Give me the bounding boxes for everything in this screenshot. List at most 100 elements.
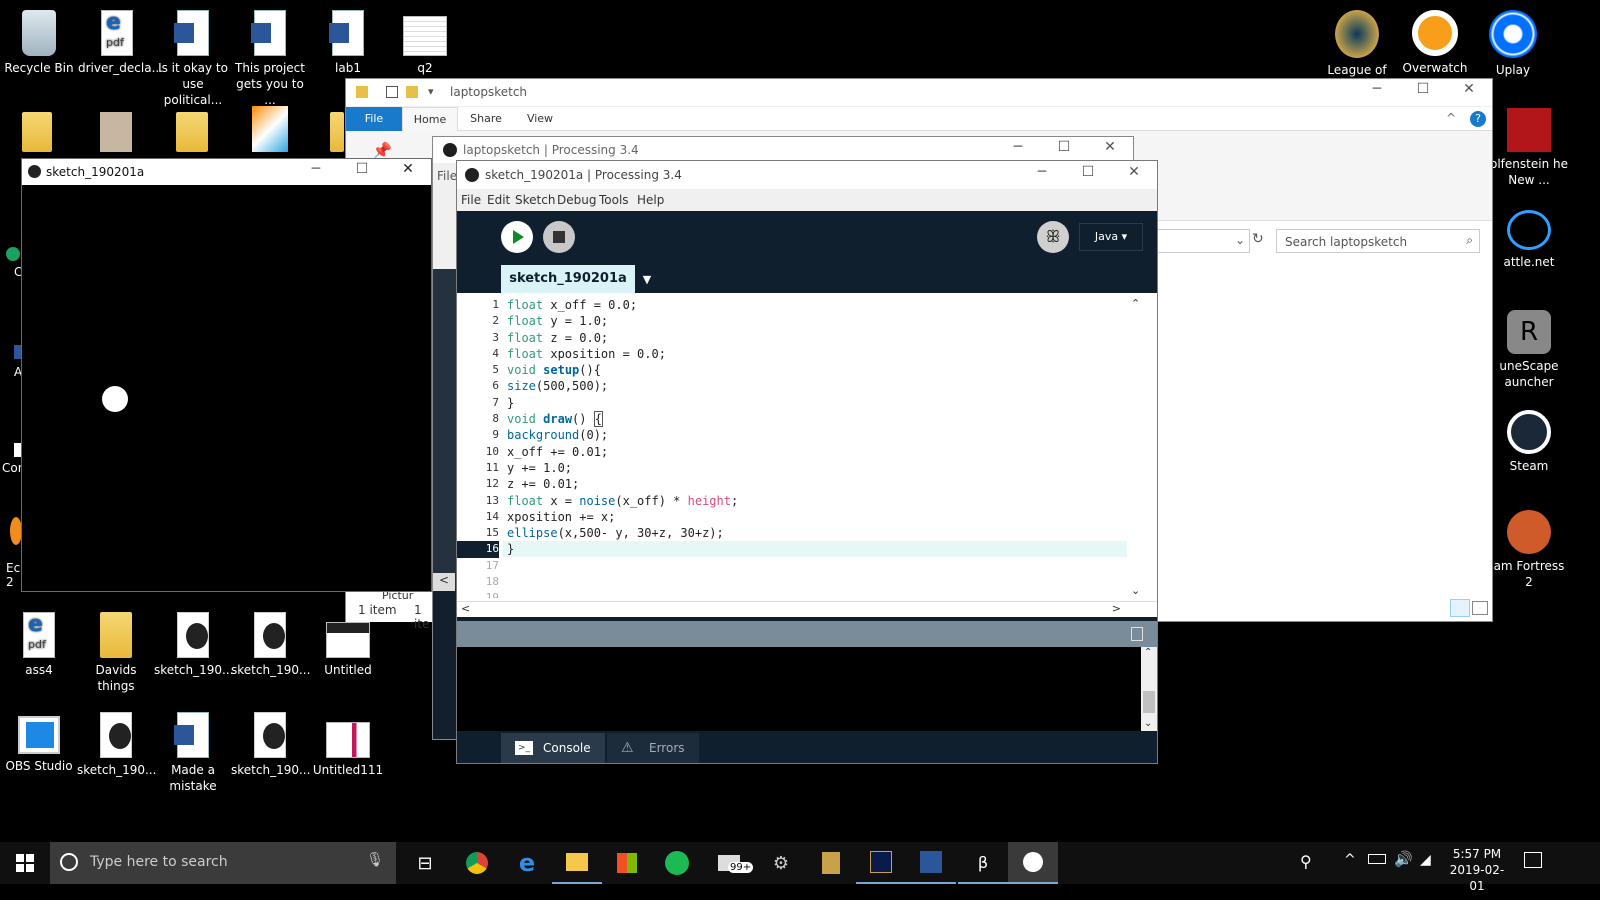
scroll-down-icon[interactable]: ⌄ bbox=[1144, 718, 1152, 729]
wifi-icon[interactable]: ◢ bbox=[1420, 852, 1431, 868]
spotify-button[interactable] bbox=[652, 842, 702, 884]
chevron-up-icon[interactable]: ^ bbox=[1344, 852, 1356, 868]
file-explorer-button[interactable] bbox=[552, 842, 602, 884]
menu-debug[interactable]: Debug bbox=[557, 193, 596, 207]
editor-vscrollbar[interactable]: ⌃ ⌄ bbox=[1131, 297, 1145, 597]
menu-file[interactable]: File bbox=[461, 193, 481, 207]
debug-button[interactable]: ꕥ bbox=[1037, 221, 1069, 253]
collapse-ribbon-icon[interactable]: ^ bbox=[1446, 111, 1456, 125]
desktop-icon-overwatch[interactable]: Overwatch bbox=[1396, 4, 1474, 76]
desktop-icon-obs[interactable]: OBS Studio bbox=[0, 706, 78, 774]
quick-access-dropdown-icon[interactable]: ▾ bbox=[428, 85, 434, 98]
photo-icon[interactable] bbox=[100, 112, 132, 152]
volume-icon[interactable]: 🔊 bbox=[1394, 850, 1413, 868]
minimize-button[interactable]: ─ bbox=[293, 161, 339, 177]
errors-tab[interactable]: ⚠ Errors bbox=[607, 733, 699, 763]
folder-icon[interactable] bbox=[330, 112, 344, 152]
desktop-icon-project-doc[interactable]: This project gets you to ... bbox=[231, 4, 309, 108]
word-taskbar-button[interactable] bbox=[906, 842, 956, 884]
help-icon[interactable]: ? bbox=[1470, 111, 1486, 127]
ribbon-tab-view[interactable]: View bbox=[516, 107, 564, 131]
desktop-icon-ass4[interactable]: e pdf ass4 bbox=[0, 606, 78, 678]
desktop-icon-steam[interactable]: Steam bbox=[1488, 410, 1570, 474]
run-button[interactable] bbox=[501, 221, 533, 253]
desktop-icon-davids-things[interactable]: Davids things bbox=[77, 606, 155, 694]
details-view-icon[interactable] bbox=[1450, 599, 1470, 617]
desktop-icon-untitled111[interactable]: Untitled111 bbox=[309, 706, 387, 778]
scroll-down-icon[interactable]: ⌄ bbox=[1131, 584, 1140, 597]
close-button[interactable]: ✕ bbox=[1111, 164, 1157, 180]
desktop-icon-runescape[interactable]: R uneScape auncher bbox=[1488, 310, 1570, 390]
desktop-icon-battlenet[interactable]: attle.net bbox=[1488, 210, 1570, 270]
microphone-icon[interactable]: 🎙 bbox=[366, 852, 384, 868]
scroll-up-icon[interactable]: ⌃ bbox=[1144, 647, 1152, 658]
search-box[interactable]: Search laptopsketch ⌕ bbox=[1276, 229, 1480, 253]
refresh-icon[interactable]: ↻ bbox=[1252, 231, 1264, 247]
desktop-icon-sketch-1[interactable]: sketch_190... bbox=[154, 606, 233, 678]
maximize-button[interactable]: ☐ bbox=[1400, 81, 1446, 97]
taskbar-search[interactable]: Type here to search 🎙 bbox=[50, 842, 396, 884]
edge-button[interactable]: e bbox=[502, 842, 552, 884]
scroll-up-icon[interactable]: ⌃ bbox=[1131, 297, 1140, 310]
mode-selector[interactable]: Java ▾ bbox=[1079, 223, 1143, 251]
maximize-button[interactable]: ☐ bbox=[339, 161, 385, 177]
desktop-icon-uplay[interactable]: Uplay bbox=[1474, 4, 1552, 78]
scroll-thumb[interactable] bbox=[1143, 691, 1155, 713]
ribbon-tab-home[interactable]: Home bbox=[402, 107, 458, 131]
start-button[interactable] bbox=[0, 842, 50, 884]
maximize-button[interactable]: ☐ bbox=[1041, 139, 1087, 155]
desktop-icon-driver-pdf[interactable]: e pdf driver_decla... bbox=[78, 4, 163, 76]
desktop-icon-sketch-3[interactable]: sketch_190... bbox=[77, 706, 156, 778]
scroll-left-icon[interactable]: < bbox=[461, 602, 470, 615]
people-icon[interactable]: ⚲ bbox=[1300, 852, 1312, 871]
ribbon-tab-file[interactable]: File bbox=[346, 107, 402, 131]
editor-hscrollbar[interactable]: < > bbox=[457, 601, 1157, 617]
minimize-button[interactable]: ─ bbox=[1354, 81, 1400, 97]
desktop-icon-made-a-mistake[interactable]: Made a mistake bbox=[154, 706, 232, 794]
league-taskbar-button[interactable] bbox=[806, 842, 856, 884]
desktop-icon-league[interactable]: League of bbox=[1318, 4, 1396, 78]
battery-icon[interactable] bbox=[1368, 854, 1386, 864]
menu-sketch[interactable]: Sketch bbox=[515, 193, 555, 207]
address-dropdown[interactable]: ⌄ bbox=[1154, 229, 1250, 253]
desktop-icon-sketch-4[interactable]: sketch_190... bbox=[231, 706, 310, 778]
console-scrollbar[interactable]: ⌃ ⌄ bbox=[1141, 647, 1157, 731]
desktop-icon-sketch-2[interactable]: sketch_190... bbox=[231, 606, 310, 678]
desktop-icon-wolfenstein[interactable]: olfenstein he New ... bbox=[1488, 108, 1570, 188]
close-button[interactable]: ✕ bbox=[1446, 81, 1492, 97]
desktop-icon-political-doc[interactable]: Is it okay to use political... bbox=[154, 4, 232, 108]
league-client-button[interactable] bbox=[856, 842, 906, 884]
minimize-button[interactable]: ─ bbox=[995, 139, 1041, 155]
clock[interactable]: 5:57 PM 2019-02-01 bbox=[1444, 846, 1510, 894]
processing-taskbar-button[interactable]: β bbox=[958, 842, 1008, 884]
desktop-icon-recycle-bin[interactable]: Recycle Bin bbox=[0, 4, 78, 76]
chrome-button[interactable] bbox=[452, 842, 502, 884]
properties-icon[interactable] bbox=[386, 86, 398, 98]
menu-help[interactable]: Help bbox=[637, 193, 664, 207]
ribbon-tab-share[interactable]: Share bbox=[462, 107, 510, 131]
desktop-icon-q2[interactable]: q2 bbox=[386, 4, 464, 76]
new-folder-icon[interactable] bbox=[406, 86, 418, 98]
console-area[interactable] bbox=[457, 647, 1143, 731]
close-button[interactable]: ✕ bbox=[1087, 139, 1133, 155]
menu-edit[interactable]: Edit bbox=[487, 193, 510, 207]
folder-icon[interactable] bbox=[22, 112, 52, 152]
vlc-icon[interactable] bbox=[252, 106, 288, 152]
task-view-button[interactable]: ⊟ bbox=[400, 842, 450, 884]
menu-tools[interactable]: Tools bbox=[599, 193, 629, 207]
minimize-button[interactable]: ─ bbox=[1019, 164, 1065, 180]
gear-app-button[interactable]: ⚙ bbox=[756, 842, 806, 884]
store-button[interactable] bbox=[602, 842, 652, 884]
console-divider[interactable] bbox=[457, 621, 1157, 647]
desktop-icon-lab1[interactable]: lab1 bbox=[309, 4, 387, 76]
tab-sketch[interactable]: sketch_190201a bbox=[501, 265, 635, 293]
pin-icon[interactable]: 📌 bbox=[372, 141, 392, 160]
code-editor[interactable]: 1 2 3 4 5 6 7 8 9 10 11 12 13 14 15 16 1… bbox=[457, 293, 1157, 601]
notifications-icon[interactable] bbox=[1524, 852, 1542, 868]
large-icons-view-icon[interactable] bbox=[1472, 601, 1488, 615]
desktop-icon-tf2[interactable]: am Fortress 2 bbox=[1488, 510, 1570, 590]
copy-console-icon[interactable] bbox=[1131, 627, 1143, 641]
tab-menu-arrow[interactable]: ▼ bbox=[637, 267, 657, 293]
stop-button[interactable] bbox=[543, 221, 575, 253]
close-button[interactable]: ✕ bbox=[385, 161, 431, 177]
